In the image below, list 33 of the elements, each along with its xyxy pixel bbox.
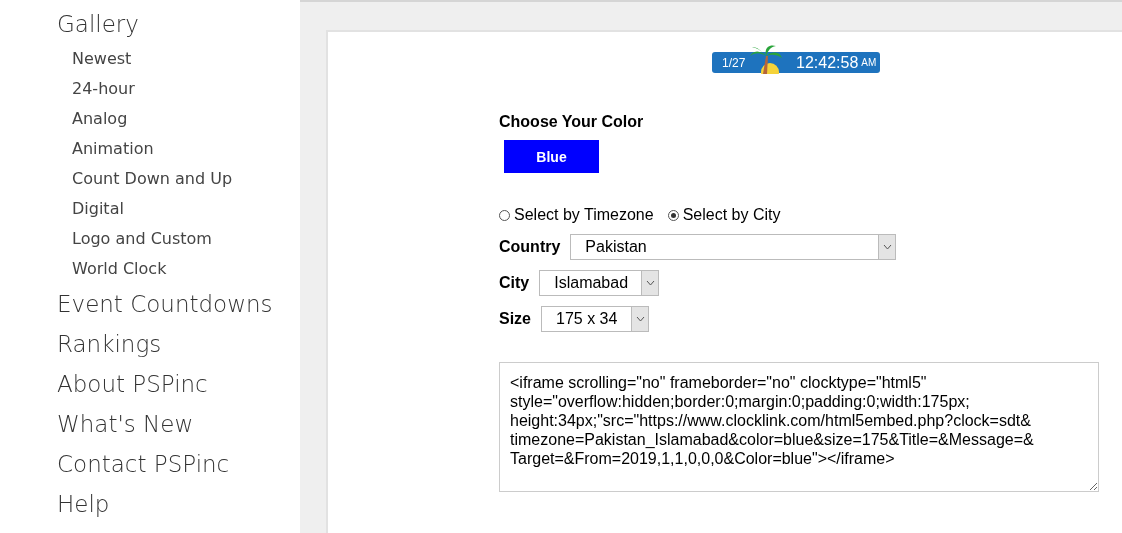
radio-label[interactable]: Select by Timezone xyxy=(514,206,654,224)
radio-label[interactable]: Select by City xyxy=(682,206,781,224)
caret-icon xyxy=(631,307,648,331)
field-label: Country xyxy=(499,238,561,256)
sidebar-link[interactable]: What's New xyxy=(57,404,300,444)
dropdown[interactable]: Pakistan xyxy=(570,234,897,260)
sidebar-sublink[interactable]: Count Down and Up xyxy=(57,164,300,194)
sidebar-link[interactable]: Help xyxy=(57,484,300,524)
field-label: Size xyxy=(499,310,531,328)
sidebar-sublink[interactable]: Analog xyxy=(57,104,300,134)
dropdown[interactable]: 175 x 34 xyxy=(541,306,649,332)
sidebar-sublink[interactable]: Logo and Custom xyxy=(57,224,300,254)
sidebar-sublink[interactable]: Animation xyxy=(57,134,300,164)
clock-time: 12:42:58 xyxy=(796,53,859,72)
caret-icon xyxy=(878,235,896,259)
sidebar-link[interactable]: Gallery xyxy=(57,4,300,44)
sidebar-sublink[interactable]: Newest xyxy=(57,44,300,74)
clock-ampm: AM xyxy=(861,57,877,68)
clock-date: 1/27 xyxy=(721,55,747,70)
section-heading: Choose Your Color xyxy=(499,113,645,131)
caret-icon xyxy=(641,271,659,295)
embed-code-field[interactable]: <iframe scrolling="no" frameborder="no" clocktype="html5" style="overflow:hidden;border:0;margin:0;padding:0;width:175px; height:34px;"src="https://www.clocklink.com/html5embed.php?clock=sdt& timezone=Pakistan_Islamabad&color=blue&size=175&Title=&Message=& Target=&From=2019,1,1,0,0,0&Color=blue"></iframe> xyxy=(499,362,1099,492)
dropdown[interactable]: Islamabad xyxy=(539,270,660,296)
palm-tree-icon xyxy=(748,44,784,74)
sidebar-link[interactable]: About PSPinc xyxy=(57,364,300,404)
sidebar-sublink[interactable]: World Clock xyxy=(57,254,300,284)
field-label: City xyxy=(499,274,530,292)
sidebar-sublink[interactable]: 24-hour xyxy=(57,74,300,104)
sidebar-link[interactable]: Event Countdowns xyxy=(57,284,300,324)
sidebar-sublink[interactable]: Digital xyxy=(57,194,300,224)
sidebar-link[interactable]: Contact PSPinc xyxy=(57,444,300,484)
sidebar-link[interactable]: Rankings xyxy=(57,324,300,364)
color-button[interactable]: Blue xyxy=(504,140,599,173)
